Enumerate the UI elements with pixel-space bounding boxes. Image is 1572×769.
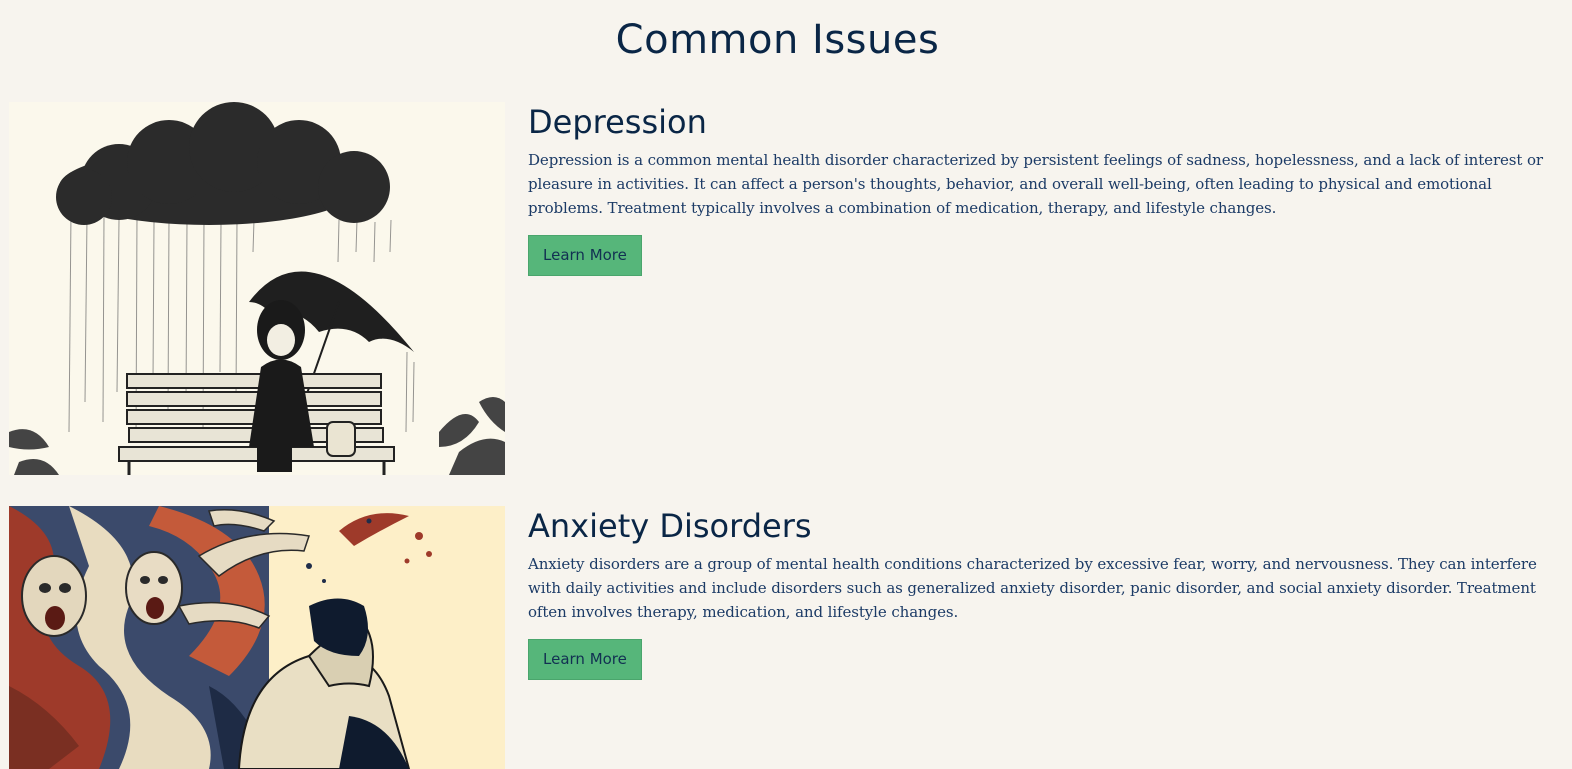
depression-illustration <box>9 102 505 475</box>
learn-more-button[interactable]: Learn More <box>528 235 642 276</box>
issue-title: Depression <box>528 103 707 141</box>
learn-more-button[interactable]: Learn More <box>528 639 642 680</box>
issue-title: Anxiety Disorders <box>528 507 812 545</box>
issue-description: Depression is a common mental health dis… <box>528 151 1543 217</box>
issue-card-depression: Depression Depression is a common mental… <box>9 102 1561 475</box>
anxiety-illustration <box>9 506 505 769</box>
section-title: Common Issues <box>615 17 940 63</box>
issue-description: Anxiety disorders are a group of mental … <box>528 555 1537 621</box>
issue-card-anxiety: Anxiety Disorders Anxiety disorders are … <box>9 506 1561 769</box>
issue-text-depression: Depression Depression is a common mental… <box>528 102 1548 276</box>
issue-text-anxiety: Anxiety Disorders Anxiety disorders are … <box>528 506 1548 680</box>
